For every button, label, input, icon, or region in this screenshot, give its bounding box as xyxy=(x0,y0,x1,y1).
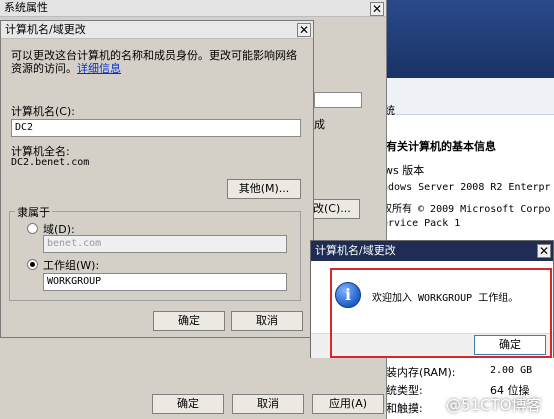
sysinfo-heading: 有关计算机的基本信息 xyxy=(386,140,496,153)
watermark: @51CTO博客 xyxy=(446,396,542,414)
member-of-label: 隶属于 xyxy=(15,204,52,220)
computer-name-ok-button[interactable]: 确定 xyxy=(153,311,225,331)
welcome-dialog-title: 计算机名/域更改 xyxy=(315,244,396,257)
full-name-value: DC2.benet.com xyxy=(11,157,90,168)
behind-description-field xyxy=(314,92,362,108)
workgroup-input[interactable]: WORKGROUP xyxy=(43,273,287,291)
welcome-message: 欢迎加入 WORKGROUP 工作组。 xyxy=(372,293,519,304)
sysinfo-ram-value: 2.00 GB xyxy=(490,365,533,376)
computer-name-dialog-close-icon[interactable]: ✕ xyxy=(297,23,311,37)
sysinfo-systype-label: 统类型: xyxy=(386,384,423,397)
info-icon: i xyxy=(335,282,361,308)
computer-name-input[interactable]: DC2 xyxy=(11,119,301,137)
computer-name-label: 计算机名(C): xyxy=(11,105,75,118)
domain-input[interactable]: benet.com xyxy=(43,235,287,253)
sysinfo-ram-label: 装内存(RAM): xyxy=(386,366,456,379)
welcome-dialog-close-icon[interactable]: ✕ xyxy=(537,244,551,258)
sysinfo-os-name: ndows Server 2008 R2 Enterpr xyxy=(382,182,551,193)
welcome-dialog-titlebar: 计算机名/域更改 xyxy=(311,241,553,261)
domain-radio[interactable] xyxy=(27,223,38,234)
behind-change-button[interactable]: 改(C)... xyxy=(310,199,360,219)
system-properties-titlebar: 系统属性 xyxy=(0,0,386,17)
sysinfo-pen-label: 和触摸: xyxy=(386,402,423,415)
sysinfo-copyright: 权所有 © 2009 Microsoft Corpo xyxy=(382,204,551,215)
computer-name-dialog-titlebar: 计算机名/域更改 xyxy=(1,21,313,39)
system-info-toolbar xyxy=(378,78,554,115)
computer-name-dialog-title: 计算机名/域更改 xyxy=(5,23,86,36)
system-properties-close-icon[interactable]: ✕ xyxy=(370,2,384,16)
system-properties-cancel-button[interactable]: 取消 xyxy=(232,394,304,414)
behind-text-fragment: 成 xyxy=(314,118,325,131)
system-info-top-bar xyxy=(378,0,554,78)
sysinfo-edition-label: ws 版本 xyxy=(384,164,425,177)
description-line-2: 资源的访问。详细信息 xyxy=(11,60,121,76)
more-button[interactable]: 其他(M)... xyxy=(227,179,301,199)
computer-name-dialog: 计算机名/域更改 ✕ 可以更改这台计算机的名称和成员身份。更改可能影响网络 资源… xyxy=(0,20,314,338)
computer-name-cancel-button[interactable]: 取消 xyxy=(231,311,303,331)
description-line-2-text: 资源的访问。 xyxy=(11,62,77,75)
workgroup-radio[interactable] xyxy=(27,259,38,270)
system-properties-ok-button[interactable]: 确定 xyxy=(152,394,224,414)
workgroup-label: 工作组(W): xyxy=(43,259,100,272)
welcome-ok-button[interactable]: 确定 xyxy=(474,335,546,355)
system-properties-title: 系统属性 xyxy=(4,1,48,14)
system-properties-apply-button[interactable]: 应用(A) xyxy=(312,394,384,414)
details-link[interactable]: 详细信息 xyxy=(77,62,121,75)
sysinfo-service-pack: ervice Pack 1 xyxy=(382,218,461,229)
